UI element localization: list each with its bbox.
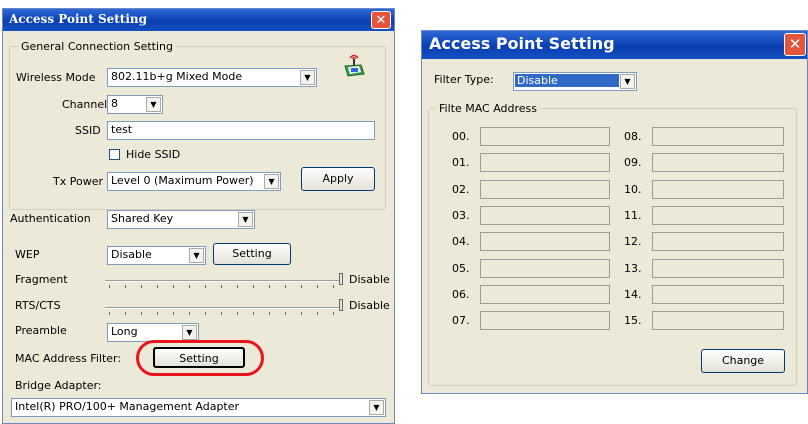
apply-button[interactable]: Apply <box>301 167 375 191</box>
tx-power-value: Level 0 (Maximum Power) <box>111 174 254 187</box>
filter-type-label: Filter Type: <box>434 73 494 86</box>
fragment-slider-track <box>105 280 343 282</box>
mac-slot-label: 04. <box>452 235 470 248</box>
wireless-mode-value: 802.11b+g Mixed Mode <box>111 70 243 83</box>
mac-address-field[interactable] <box>480 180 610 199</box>
channel-select[interactable]: 8 ▼ <box>107 95 163 114</box>
mac-slot-label: 00. <box>452 130 470 143</box>
fragment-label: Fragment <box>15 273 68 286</box>
mac-slot-label: 03. <box>452 209 470 222</box>
chevron-down-icon: ▼ <box>264 174 279 189</box>
mac-address-field[interactable] <box>652 153 784 172</box>
tx-power-select[interactable]: Level 0 (Maximum Power) ▼ <box>107 172 281 191</box>
mac-slot-label: 11. <box>624 209 642 222</box>
hide-ssid-checkbox[interactable] <box>109 149 120 160</box>
dialog-title: Access Point Setting <box>9 12 148 26</box>
fragment-value: Disable <box>349 273 390 286</box>
chevron-down-icon: ▼ <box>620 74 635 89</box>
mac-address-field[interactable] <box>480 311 610 330</box>
fragment-slider-ticks <box>109 285 341 288</box>
chevron-down-icon: ▼ <box>189 248 204 263</box>
bridge-adapter-value: Intel(R) PRO/100+ Management Adapter <box>15 400 240 413</box>
mac-slot-label: 15. <box>624 314 642 327</box>
mac-slot-label: 08. <box>624 130 642 143</box>
mac-slot-label: 06. <box>452 288 470 301</box>
mac-filter-dialog: Access Point Setting ✕ Filter Type: Disa… <box>421 30 808 394</box>
general-connection-group-title: General Connection Setting <box>18 40 176 53</box>
wep-value: Disable <box>111 248 152 261</box>
fragment-slider-thumb[interactable] <box>339 273 343 285</box>
mac-slot-label: 01. <box>452 156 470 169</box>
mac-address-field[interactable] <box>480 206 610 225</box>
ssid-input[interactable]: test <box>107 121 375 140</box>
chevron-down-icon: ▼ <box>238 212 253 227</box>
rts-slider-ticks <box>109 312 341 315</box>
mac-slot-label: 02. <box>452 183 470 196</box>
wireless-network-icon <box>342 53 366 79</box>
preamble-label: Preamble <box>15 324 67 337</box>
mac-address-field[interactable] <box>480 127 610 146</box>
preamble-value: Long <box>111 325 138 338</box>
chevron-down-icon: ▼ <box>300 70 315 85</box>
wep-setting-button[interactable]: Setting <box>213 243 291 265</box>
mac-address-field[interactable] <box>652 311 784 330</box>
mac-slot-label: 14. <box>624 288 642 301</box>
authentication-value: Shared Key <box>111 212 174 225</box>
mac-address-field[interactable] <box>652 127 784 146</box>
mac-address-field[interactable] <box>652 259 784 278</box>
authentication-select[interactable]: Shared Key ▼ <box>107 210 255 229</box>
rts-slider-thumb[interactable] <box>339 299 343 311</box>
channel-value: 8 <box>111 97 118 110</box>
bridge-adapter-label: Bridge Adapter: <box>15 379 102 392</box>
mac-filter-label: MAC Address Filter: <box>15 352 122 365</box>
mac-filter-setting-button[interactable]: Setting <box>153 347 245 368</box>
mac-address-field[interactable] <box>652 285 784 304</box>
chevron-down-icon: ▼ <box>182 325 197 340</box>
wep-select[interactable]: Disable ▼ <box>107 246 206 265</box>
mac-slot-label: 12. <box>624 235 642 248</box>
mac-address-field[interactable] <box>480 232 610 251</box>
dialog-title: Access Point Setting <box>429 34 615 53</box>
title-bar: Access Point Setting ✕ <box>3 9 394 31</box>
filter-mac-group-title: Filte MAC Address <box>436 102 541 115</box>
access-point-setting-dialog: Access Point Setting ✕ General Connectio… <box>2 8 395 424</box>
chevron-down-icon: ▼ <box>146 97 161 112</box>
mac-address-field[interactable] <box>652 180 784 199</box>
rts-cts-label: RTS/CTS <box>15 299 61 312</box>
wireless-mode-select[interactable]: 802.11b+g Mixed Mode ▼ <box>107 68 317 87</box>
mac-address-field[interactable] <box>652 206 784 225</box>
rts-cts-value: Disable <box>349 299 390 312</box>
mac-address-field[interactable] <box>480 153 610 172</box>
tx-power-label: Tx Power <box>53 175 103 188</box>
ssid-label: SSID <box>75 124 101 137</box>
wep-label: WEP <box>15 248 40 261</box>
mac-slot-label: 13. <box>624 262 642 275</box>
close-button[interactable]: ✕ <box>784 33 806 56</box>
channel-label: Channel <box>62 98 108 111</box>
mac-slot-label: 05. <box>452 262 470 275</box>
mac-address-field[interactable] <box>652 232 784 251</box>
bridge-adapter-select[interactable]: Intel(R) PRO/100+ Management Adapter ▼ <box>11 398 386 417</box>
close-button[interactable]: ✕ <box>371 11 391 29</box>
chevron-down-icon: ▼ <box>369 400 384 415</box>
rts-slider-track <box>105 307 343 309</box>
authentication-label: Authentication <box>10 212 91 225</box>
mac-slot-label: 09. <box>624 156 642 169</box>
title-bar: Access Point Setting ✕ <box>422 31 807 59</box>
change-button[interactable]: Change <box>701 349 785 373</box>
mac-address-field[interactable] <box>480 285 610 304</box>
wireless-mode-label: Wireless Mode <box>16 71 96 84</box>
mac-slot-label: 10. <box>624 183 642 196</box>
mac-address-field[interactable] <box>480 259 610 278</box>
mac-slot-label: 07. <box>452 314 470 327</box>
filter-type-value: Disable <box>515 74 619 87</box>
filter-type-select[interactable]: Disable ▼ <box>513 72 637 91</box>
hide-ssid-label: Hide SSID <box>126 148 181 161</box>
